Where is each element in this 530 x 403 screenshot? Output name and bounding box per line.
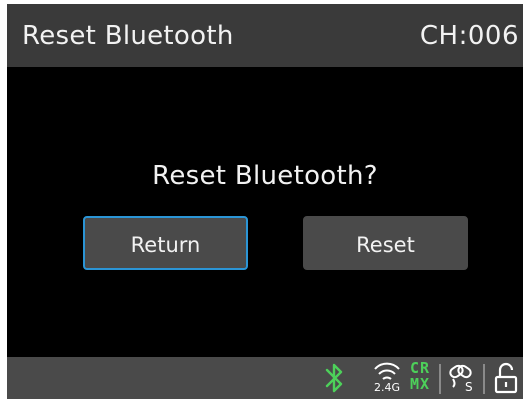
- crmx-top-text: CR: [409, 359, 431, 377]
- bluetooth-icon: [319, 357, 349, 399]
- band-label: 2.4G: [373, 381, 401, 394]
- return-button[interactable]: Return: [83, 216, 248, 270]
- crmx-protocol-badge: CR MX: [407, 360, 433, 396]
- device-screen: Reset Bluetooth CH:006 Reset Bluetooth? …: [7, 4, 523, 399]
- channel-indicator: CH:006: [419, 21, 519, 51]
- unlocked-padlock-icon: [491, 357, 521, 399]
- dialog-prompt: Reset Bluetooth?: [152, 161, 378, 191]
- title-bar: Reset Bluetooth CH:006: [7, 4, 523, 67]
- crmx-bottom-text: MX: [409, 375, 431, 393]
- link-chain-s-icon: S: [445, 357, 479, 399]
- status-bar: 2.4G CR MX S: [7, 357, 523, 399]
- page-title: Reset Bluetooth: [22, 21, 234, 51]
- status-divider: [483, 364, 485, 394]
- status-divider: [439, 364, 441, 394]
- link-letter: S: [465, 380, 473, 394]
- reset-button[interactable]: Reset: [303, 216, 468, 270]
